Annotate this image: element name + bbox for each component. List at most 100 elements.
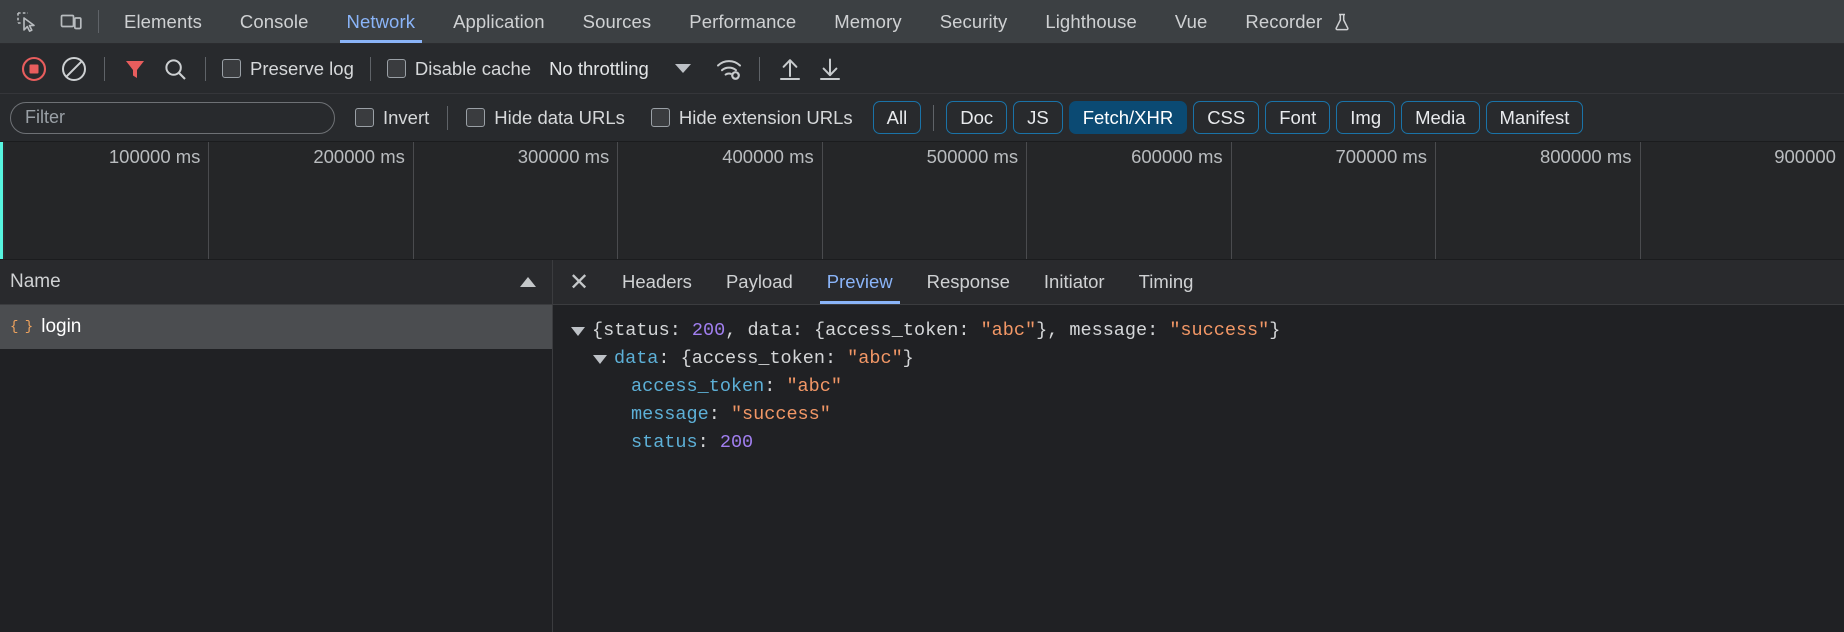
type-pill-all[interactable]: All [872, 101, 922, 134]
type-pill-media[interactable]: Media [1401, 101, 1480, 134]
record-stop-button[interactable] [14, 49, 54, 89]
detail-tab-response[interactable]: Response [910, 260, 1027, 304]
search-icon[interactable] [155, 49, 195, 89]
detail-tab-payload[interactable]: Payload [709, 260, 810, 304]
type-pill-label: Font [1279, 106, 1317, 128]
detail-tab-label: Preview [826, 271, 893, 292]
detail-tab-label: Timing [1138, 271, 1194, 292]
throttling-dropdown[interactable]: No throttling [549, 58, 691, 80]
invert-box [355, 108, 374, 127]
wifi-gear-icon[interactable] [709, 49, 749, 89]
tab-label: Vue [1174, 10, 1208, 32]
network-toolbar: Preserve log Disable cache No throttling [0, 44, 1844, 94]
request-list-column-header[interactable]: Name [0, 260, 552, 305]
json-token-plain: , data: {access_token: [725, 320, 981, 341]
json-token-plain: : {access_token: [658, 348, 848, 370]
overview-tick-cell: 200000 ms [209, 142, 414, 259]
type-pill-doc[interactable]: Doc [946, 101, 1008, 134]
detail-tab-label: Response [926, 271, 1010, 292]
hide-data-urls-checkbox[interactable]: Hide data URLs [460, 107, 631, 129]
overview-tick-label: 400000 ms [722, 146, 814, 167]
json-line: {status: 200, data: {access_token: "abc"… [553, 317, 1844, 345]
throttling-value: No throttling [549, 57, 649, 79]
tab-network[interactable]: Network [328, 0, 435, 43]
type-pill-label: Media [1415, 106, 1466, 128]
inspect-element-icon[interactable] [12, 7, 42, 37]
json-token-plain: } [902, 348, 914, 370]
json-token-plain: : [708, 404, 731, 426]
filter-funnel-icon[interactable] [115, 49, 155, 89]
type-pill-label: Doc [960, 106, 994, 128]
upload-arrow-icon[interactable] [770, 49, 810, 89]
chevron-down-icon [674, 64, 691, 73]
type-pill-fetch-xhr[interactable]: Fetch/XHR [1068, 101, 1188, 134]
type-pill-font[interactable]: Font [1265, 101, 1331, 134]
filter-input[interactable] [10, 101, 335, 134]
tab-console[interactable]: Console [221, 0, 328, 43]
json-token-key: data [614, 348, 659, 370]
json-token-plain: } [1269, 320, 1281, 341]
toolbar-divider-2 [205, 56, 206, 81]
detail-tab-label: Payload [725, 271, 793, 292]
tab-recorder[interactable]: Recorder [1226, 0, 1383, 43]
hide-extension-urls-checkbox[interactable]: Hide extension URLs [645, 107, 859, 129]
invert-label: Invert [383, 106, 430, 128]
detail-tab-timing[interactable]: Timing [1122, 260, 1211, 304]
chevron-down-icon[interactable] [593, 355, 607, 365]
clear-button[interactable] [54, 49, 94, 89]
detail-tab-headers[interactable]: Headers [605, 260, 709, 304]
invert-checkbox[interactable]: Invert [349, 107, 435, 129]
panel-tabs: Elements Console Network Application Sources… [105, 0, 1844, 43]
network-filterbar: Invert Hide data URLs Hide extension URL… [0, 94, 1844, 142]
hide-data-urls-box [466, 108, 486, 127]
preserve-log-label: Preserve log [250, 57, 354, 79]
tab-sources[interactable]: Sources [564, 0, 671, 43]
overview-tick-cell: 700000 ms [1231, 142, 1437, 259]
pill-divider [933, 104, 935, 131]
detail-tab-preview[interactable]: Preview [810, 260, 910, 304]
tab-vue[interactable]: Vue [1156, 0, 1227, 43]
detail-tab-initiator[interactable]: Initiator [1027, 260, 1122, 304]
json-token-str: "abc" [847, 348, 903, 370]
network-lower-split: Name { } login ✕ Headers Payload Preview Res… [0, 260, 1844, 632]
sort-ascending-icon[interactable] [520, 277, 536, 287]
type-pill-label: Fetch/XHR [1082, 106, 1174, 128]
type-pill-img[interactable]: Img [1336, 101, 1396, 134]
device-toolbar-icon[interactable] [56, 7, 86, 37]
json-line-text: access_token: "abc" [631, 373, 842, 401]
network-overview[interactable]: 100000 ms 200000 ms 300000 ms 400000 ms 5000… [0, 142, 1844, 260]
chevron-down-icon[interactable] [571, 327, 585, 336]
type-pill-label: All [886, 106, 908, 128]
tab-application[interactable]: Application [434, 0, 564, 43]
tab-lighthouse[interactable]: Lighthouse [1026, 0, 1156, 43]
filterbar-divider-1 [447, 105, 449, 130]
tab-performance[interactable]: Performance [670, 0, 815, 43]
tab-label: Console [239, 10, 309, 32]
json-token-key: access_token [631, 376, 765, 398]
tab-label: Memory [834, 10, 902, 32]
close-icon[interactable]: ✕ [553, 260, 605, 304]
tab-memory[interactable]: Memory [815, 0, 920, 43]
overview-tick-label: 100000 ms [108, 146, 201, 167]
hide-data-urls-label: Hide data URLs [494, 106, 625, 128]
tab-elements[interactable]: Elements [105, 0, 221, 43]
tab-label: Recorder [1245, 10, 1323, 32]
overview-tick-cell: 100000 ms [5, 142, 210, 259]
tabbar-left-icons [0, 0, 92, 43]
type-pill-js[interactable]: JS [1013, 101, 1063, 134]
json-preview-tree[interactable]: {status: 200, data: {access_token: "abc"… [553, 305, 1844, 632]
json-token-str: "abc" [786, 376, 842, 398]
json-token-plain: {status: [592, 320, 692, 341]
json-line-text: status: 200 [631, 429, 753, 457]
preserve-log-checkbox[interactable]: Preserve log [216, 58, 360, 80]
type-pill-manifest[interactable]: Manifest [1485, 101, 1584, 134]
tab-security[interactable]: Security [921, 0, 1027, 43]
json-line: message: "success" [553, 401, 1844, 429]
table-row[interactable]: { } login [0, 305, 552, 349]
overview-tick-label: 900000 [1774, 146, 1836, 167]
json-token-plain: : [764, 376, 787, 398]
download-arrow-icon[interactable] [810, 49, 850, 89]
disable-cache-checkbox[interactable]: Disable cache [381, 58, 537, 80]
type-pill-css[interactable]: CSS [1193, 101, 1260, 134]
request-name: login [41, 316, 82, 337]
